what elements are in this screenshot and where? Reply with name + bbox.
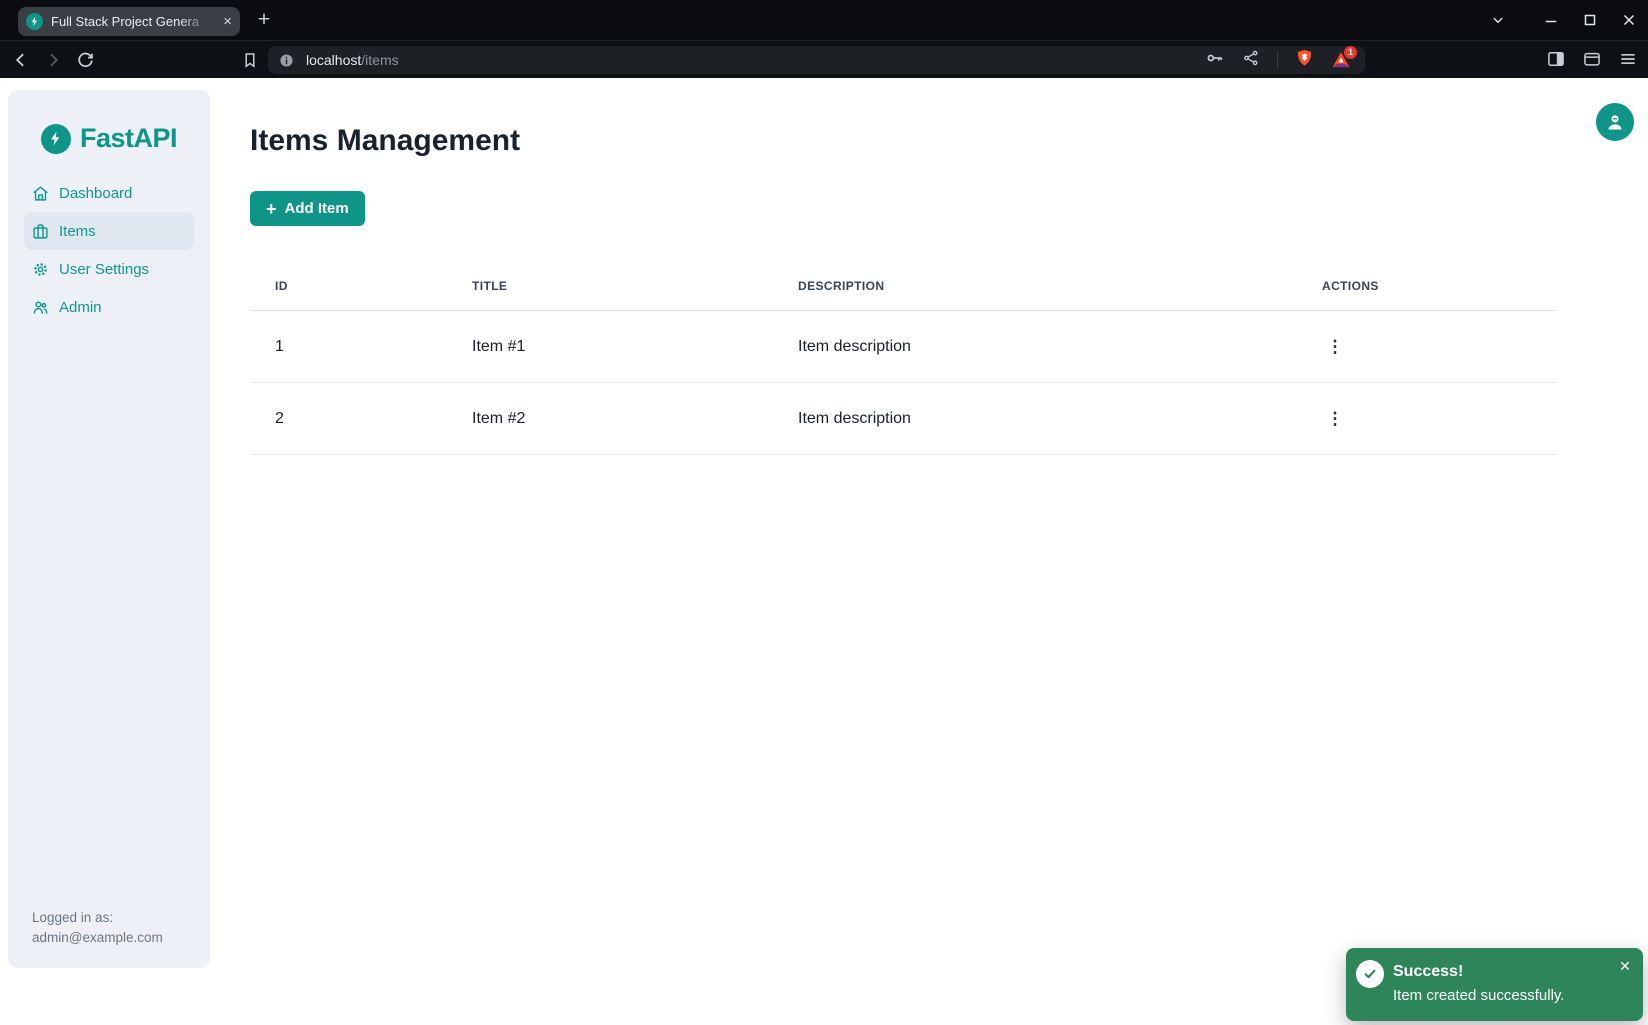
user-avatar-button[interactable] [1596,103,1634,141]
logged-in-label: Logged in as: [32,908,163,928]
brave-rewards-icon[interactable]: 1 [1331,50,1351,70]
bookmark-icon[interactable] [239,49,261,71]
sidebar-item-admin[interactable]: Admin [24,288,194,326]
menu-hamburger-icon[interactable] [1618,49,1638,74]
users-icon [32,299,49,316]
sidebar-item-label: User Settings [59,261,149,278]
sidebar-item-items[interactable]: Items [24,212,194,250]
gear-icon [32,261,49,278]
briefcase-icon [32,223,49,240]
toast-title: Success! [1393,959,1564,984]
screen: Full Stack Project Genera × + [0,0,1648,1025]
sidebar-item-user-settings[interactable]: User Settings [24,250,194,288]
add-item-label: Add Item [285,200,349,217]
minimize-button[interactable] [1538,7,1564,33]
sidebar-item-dashboard[interactable]: Dashboard [24,174,194,212]
browser-tab-bar: Full Stack Project Genera × + [0,0,1648,40]
plus-icon: + [266,200,277,218]
table-header-row: ID TITLE DESCRIPTION ACTIONS [250,262,1557,311]
brave-shield-icon[interactable] [1295,48,1314,73]
home-icon [32,185,49,202]
logo-text: FastAPI [80,123,177,154]
add-item-button[interactable]: + Add Item [250,191,365,226]
table-row: 2 Item #2 Item description ⋮ [250,383,1557,455]
toast-close-button[interactable]: ✕ [1615,956,1635,976]
url-text: localhost/items [306,52,399,68]
browser-tab[interactable]: Full Stack Project Genera × [18,7,240,36]
close-window-button[interactable] [1616,7,1642,33]
key-icon[interactable] [1205,48,1225,73]
fastapi-favicon-lightning-icon [26,13,43,30]
success-toast: Success! Item created successfully. ✕ [1346,948,1643,1021]
row-actions-kebab-icon[interactable]: ⋮ [1322,334,1348,360]
forward-button[interactable] [42,49,64,71]
toast-message: Item created successfully. [1393,984,1564,1008]
browser-toolbar: localhost/items 1 [0,40,1648,78]
wallet-icon[interactable] [1582,49,1602,74]
sidebar-panel-icon[interactable] [1546,49,1566,74]
cell-title: Item #2 [447,410,773,428]
cell-id: 1 [250,338,447,356]
maximize-button[interactable] [1577,7,1603,33]
logged-in-email: admin@example.com [32,928,163,948]
user-icon [1604,111,1626,133]
window-controls [1472,0,1642,40]
sidebar-item-label: Items [59,223,96,240]
column-header-id: ID [250,279,447,293]
url-host: localhost [306,52,361,68]
cell-description: Item description [773,338,1297,356]
sidebar-item-label: Dashboard [59,185,132,202]
cell-title: Item #1 [447,338,773,356]
toast-body: Success! Item created successfully. [1393,959,1564,1008]
lightning-bolt-icon [41,124,71,154]
sidebar-nav: Dashboard Items User Settings Admin [8,174,210,326]
page-title: Items Management [250,124,520,158]
new-tab-button[interactable]: + [252,9,276,33]
app-sidebar: FastAPI Dashboard Items User Settings Ad… [8,90,210,968]
column-header-description: DESCRIPTION [773,279,1297,293]
table-row: 1 Item #1 Item description ⋮ [250,311,1557,383]
check-circle-icon [1356,960,1384,988]
share-icon[interactable] [1242,49,1260,72]
back-button[interactable] [10,49,32,71]
url-bar-icons: 1 [1205,48,1355,73]
rewards-badge: 1 [1344,46,1357,59]
column-header-title: TITLE [447,279,773,293]
sidebar-item-label: Admin [59,299,102,316]
column-header-actions: ACTIONS [1297,279,1557,293]
items-table: ID TITLE DESCRIPTION ACTIONS 1 Item #1 I… [250,262,1557,455]
site-info-icon[interactable] [278,52,295,69]
url-bar[interactable]: localhost/items 1 [268,46,1365,74]
divider [1277,52,1278,68]
row-actions-kebab-icon[interactable]: ⋮ [1322,406,1348,432]
cell-description: Item description [773,410,1297,428]
logged-in-info: Logged in as: admin@example.com [32,908,163,948]
tab-close-button[interactable]: × [223,14,232,29]
tab-title: Full Stack Project Genera [51,14,215,29]
tab-search-chevron-icon[interactable] [1485,7,1511,33]
url-path: /items [361,52,398,68]
cell-id: 2 [250,410,447,428]
toolbar-right [1546,49,1638,74]
reload-button[interactable] [74,49,96,71]
fastapi-logo: FastAPI [8,90,210,154]
